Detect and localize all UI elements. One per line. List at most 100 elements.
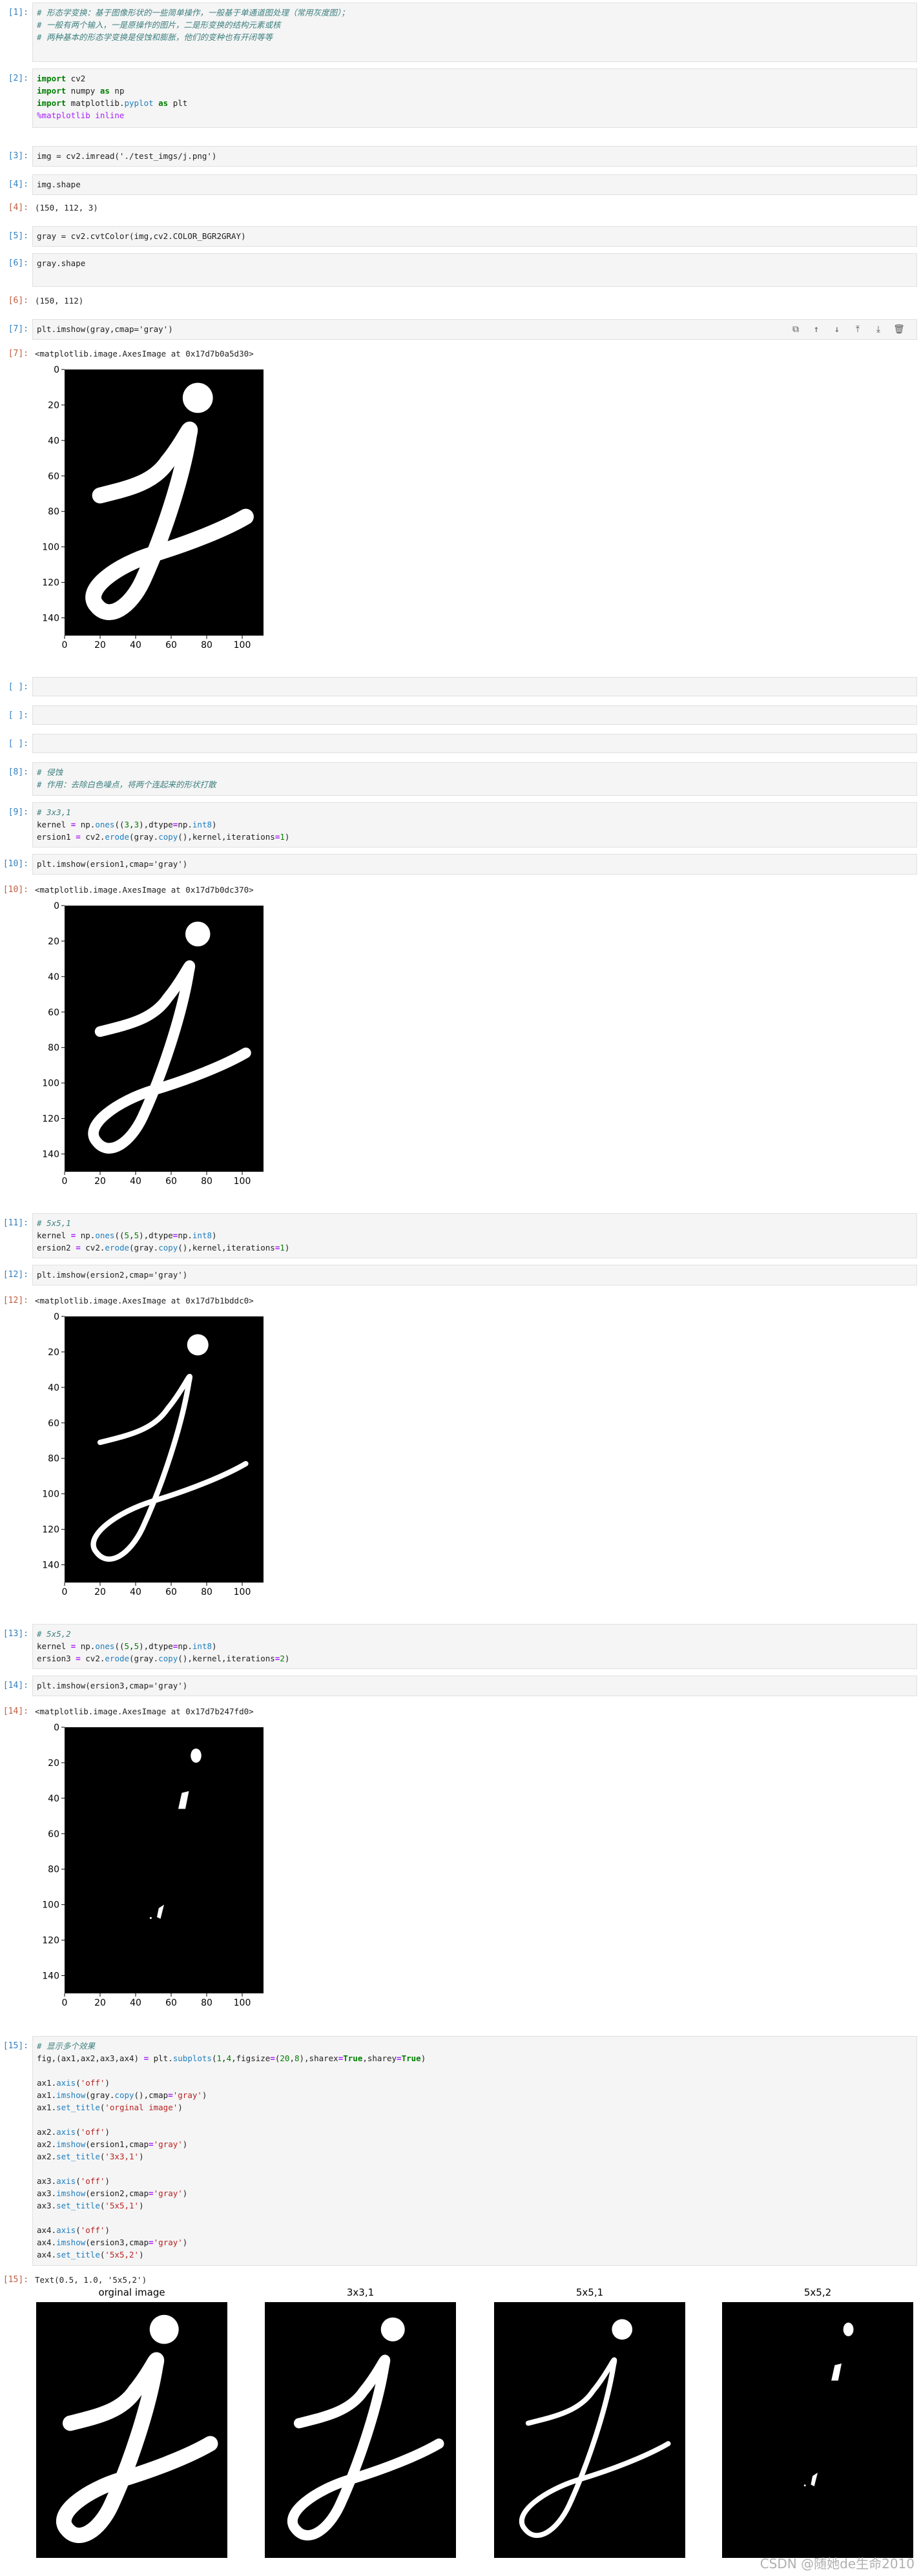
code-cell-input[interactable]: plt.imshow(ersion1,cmap='gray') [32, 854, 917, 875]
y-tick-label: 0 [54, 901, 59, 911]
code-line: ax1.imshow(gray.copy(),cmap='gray') [37, 2090, 207, 2100]
imshow-plot-gray: 0 20 40 60 80 100 0 20 40 60 80 100 120 140 [42, 365, 264, 649]
cell-prompt: [5]: [8, 231, 28, 241]
x-tick-label: 40 [130, 1587, 141, 1595]
erode-3x3-cell[interactable]: [9]: # 3x3,1 kernel = np.ones((3,3),dtyp… [0, 802, 921, 847]
output-prompt: [6]: [8, 296, 28, 306]
subplots-cell[interactable]: [15]: # 显示多个效果 fig,(ax1,ax2,ax3,ax4) = p… [0, 2036, 921, 2576]
code-line: ax2.set_title('3x3,1') [37, 2152, 144, 2161]
move-up-icon[interactable]: ↑ [808, 322, 825, 337]
x-tick-label: 0 [62, 640, 68, 649]
subplots-figure: orginal image 3x3,1 5x5,1 5x5,2 [0, 2287, 921, 2571]
code-cell-input[interactable]: img = cv2.imread('./test_imgs/j.png') [32, 146, 917, 167]
cell-prompt: [ ]: [8, 711, 28, 720]
x-tick-label: 40 [130, 640, 141, 649]
code-cell-input[interactable]: # 形态学变换：基于图像形状的一些简单操作，一般基于单通道图处理（常用灰度图）；… [32, 3, 917, 62]
x-tick-label: 60 [165, 1176, 177, 1185]
code-cell-input[interactable]: import cv2 import numpy as np import mat… [32, 68, 917, 128]
erode-5x5-1-cell[interactable]: [11]: # 5x5,1 kernel = np.ones((5,5),dty… [0, 1213, 921, 1258]
code-line: # 3x3,1 [37, 807, 71, 817]
insert-below-icon[interactable]: ⤓ [870, 322, 887, 337]
copy-icon[interactable]: ⧉ [787, 322, 804, 337]
imshow-ersion3-cell[interactable]: [14]: plt.imshow(ersion3,cmap='gray') [1… [0, 1676, 921, 2024]
empty-cell[interactable]: [ ]: [0, 705, 921, 725]
subplot-panel: orginal image [36, 2287, 227, 2558]
cell-output: Text(0.5, 1.0, '5x5,2') [35, 2275, 147, 2285]
code-line: ax4.axis('off') [37, 2225, 110, 2235]
y-tick-label: 40 [48, 1383, 59, 1393]
code-line: ersion2 = cv2.erode(gray.copy(),kernel,i… [37, 1243, 290, 1252]
x-tick-label: 80 [201, 1176, 212, 1185]
code-line: # 5x5,1 [37, 1218, 71, 1228]
y-tick-label: 140 [42, 614, 59, 624]
code-line: plt.imshow(ersion2,cmap='gray') [37, 1270, 188, 1280]
cvtcolor-cell[interactable]: [5]: gray = cv2.cvtColor(img,cv2.COLOR_B… [0, 226, 921, 247]
subplot-panel: 5x5,2 [722, 2287, 913, 2558]
cell-prompt: [9]: [8, 807, 28, 817]
image-area [65, 1727, 264, 1993]
cell-output: <matplotlib.image.AxesImage at 0x17d7b24… [35, 1707, 254, 1716]
code-cell-input[interactable]: # 侵蚀 # 作用：去除白色噪点，将两个连起来的形状打散 [32, 762, 917, 796]
image-background [65, 1727, 264, 1993]
cell-prompt: [11]: [3, 1218, 28, 1228]
code-cell-input[interactable] [32, 734, 917, 753]
code-cell-input[interactable]: # 3x3,1 kernel = np.ones((3,3),dtype=np.… [32, 802, 917, 847]
y-tick-label: 20 [48, 400, 59, 411]
code-line: plt.imshow(ersion1,cmap='gray') [37, 859, 188, 869]
code-cell-input[interactable]: plt.imshow(ersion3,cmap='gray') [32, 1676, 917, 1696]
y-tick-label: 100 [42, 543, 59, 553]
y-tick-label: 80 [48, 1043, 59, 1054]
code-line: kernel = np.ones((5,5),dtype=np.int8) [37, 1231, 217, 1240]
code-line: # 形态学变换：基于图像形状的一些简单操作，一般基于单通道图处理（常用灰度图）； [37, 8, 349, 17]
code-cell-input[interactable] [32, 677, 917, 696]
y-tick-label: 140 [42, 1561, 59, 1571]
cell-prompt: [7]: [8, 324, 28, 334]
code-cell-input[interactable]: plt.imshow(gray,cmap='gray') ⧉ ↑ ↓ ⤒ ⤓ 🗑 [32, 319, 917, 340]
gray-shape-cell[interactable]: [6]: gray.shape [6]: (150, 112) [0, 253, 921, 311]
delete-icon[interactable]: 🗑 [891, 322, 907, 337]
code-cell-input[interactable]: gray = cv2.cvtColor(img,cv2.COLOR_BGR2GR… [32, 226, 917, 247]
code-cell-input[interactable]: # 5x5,2 kernel = np.ones((5,5),dtype=np.… [32, 1624, 917, 1669]
erosion-comment-cell[interactable]: [8]: # 侵蚀 # 作用：去除白色噪点，将两个连起来的形状打散 [0, 762, 921, 796]
imshow-ersion2-cell[interactable]: [12]: plt.imshow(ersion2,cmap='gray') [1… [0, 1265, 921, 1614]
code-cell-input[interactable] [32, 705, 917, 725]
img-shape-cell[interactable]: [4]: img.shape [4]: (150, 112, 3) [0, 174, 921, 217]
x-tick-label: 100 [234, 1587, 251, 1595]
imread-cell[interactable]: [3]: img = cv2.imread('./test_imgs/j.png… [0, 146, 921, 167]
y-tick-label: 140 [42, 1971, 59, 1982]
erode-5x5-2-cell[interactable]: [13]: # 5x5,2 kernel = np.ones((5,5),dty… [0, 1624, 921, 1669]
empty-cell[interactable]: [ ]: [0, 677, 921, 696]
cell-prompt: [4]: [8, 180, 28, 189]
empty-cell[interactable]: [ ]: [0, 734, 921, 753]
code-cell-input[interactable]: plt.imshow(ersion2,cmap='gray') [32, 1265, 917, 1285]
move-down-icon[interactable]: ↓ [829, 322, 845, 337]
code-line: # 两种基本的形态学变换是侵蚀和膨胀，他们的变种也有开闭等等 [37, 32, 273, 42]
cell-prompt: [15]: [3, 2041, 28, 2051]
code-cell-input[interactable]: img.shape [32, 174, 917, 195]
code-line: # 作用：去除白色噪点，将两个连起来的形状打散 [37, 780, 216, 789]
subplot-title: 5x5,2 [804, 2287, 831, 2298]
subplot-panel: 3x3,1 [265, 2287, 456, 2558]
y-tick-label: 0 [54, 365, 59, 375]
code-cell-input[interactable]: # 显示多个效果 fig,(ax1,ax2,ax3,ax4) = plt.sub… [32, 2036, 917, 2266]
code-cell-input[interactable]: gray.shape [32, 253, 917, 287]
code-line: img = cv2.imread('./test_imgs/j.png') [37, 151, 217, 161]
imshow-ersion1-cell[interactable]: [10]: plt.imshow(ersion1,cmap='gray') [1… [0, 854, 921, 1203]
cell-prompt: [6]: [8, 258, 28, 268]
insert-above-icon[interactable]: ⤒ [849, 322, 866, 337]
x-tick-label: 0 [62, 1176, 68, 1185]
markdown-comment-cell[interactable]: [1]: # 形态学变换：基于图像形状的一些简单操作，一般基于单通道图处理（常用… [0, 3, 921, 62]
code-line: gray = cv2.cvtColor(img,cv2.COLOR_BGR2GR… [37, 231, 246, 241]
x-tick-label: 80 [201, 1998, 212, 2006]
cell-prompt: [2]: [8, 74, 28, 83]
imshow-gray-cell[interactable]: [7]: plt.imshow(gray,cmap='gray') ⧉ ↑ ↓ … [0, 319, 921, 649]
imports-cell[interactable]: [2]: import cv2 import numpy as np impor… [0, 68, 921, 128]
cell-prompt: [ ]: [8, 682, 28, 692]
cell-prompt: [8]: [8, 767, 28, 777]
y-tick-label: 80 [48, 1865, 59, 1875]
code-cell-input[interactable]: # 5x5,1 kernel = np.ones((5,5),dtype=np.… [32, 1213, 917, 1258]
subplot-title: orginal image [98, 2287, 165, 2298]
x-tick-label: 20 [94, 1587, 106, 1595]
cell-toolbar: ⧉ ↑ ↓ ⤒ ⤓ 🗑 [787, 322, 907, 337]
y-tick-label: 120 [42, 1114, 59, 1125]
